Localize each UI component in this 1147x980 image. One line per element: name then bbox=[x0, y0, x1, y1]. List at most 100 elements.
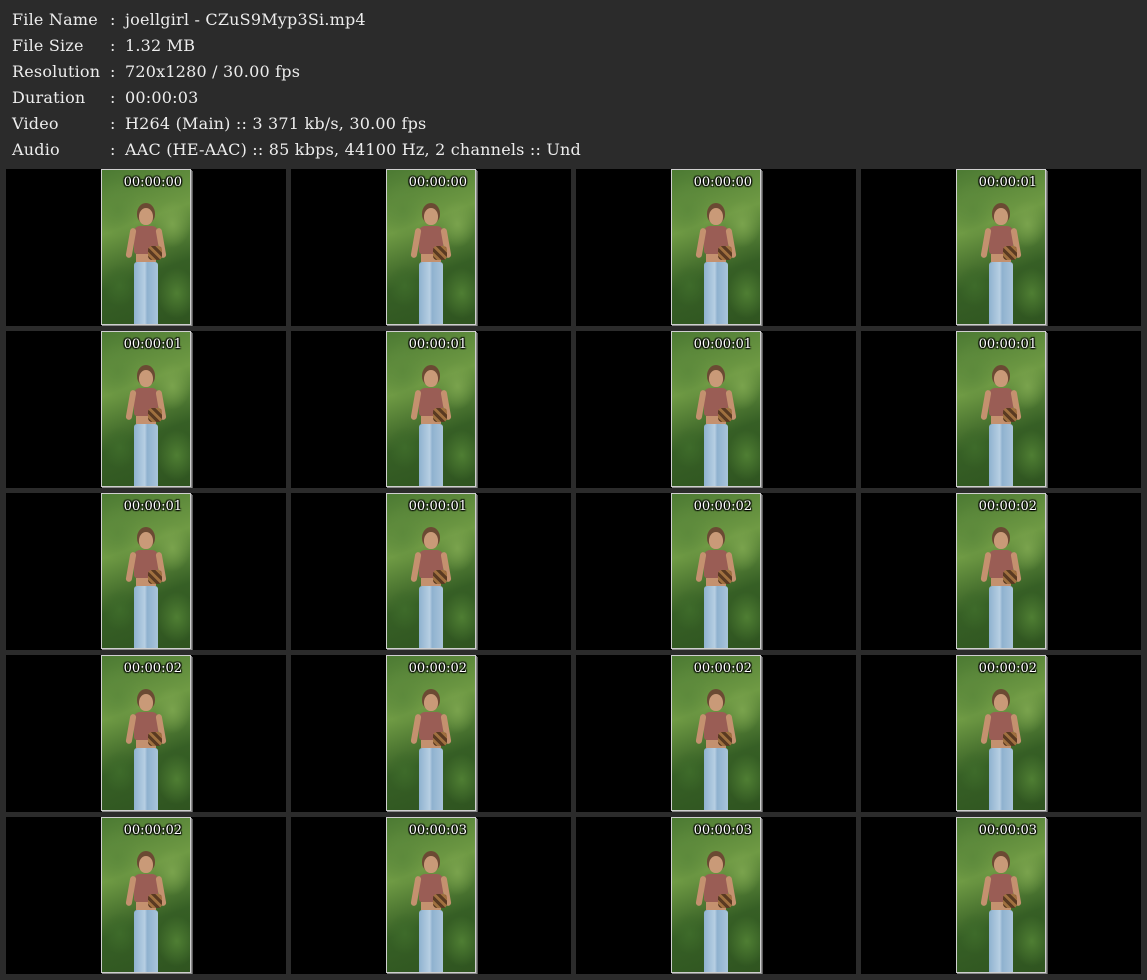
info-key: Resolution bbox=[12, 61, 101, 81]
video-frame-thumbnail: 00:00:01 bbox=[956, 169, 1046, 325]
thumbnail-cell: 00:00:01 bbox=[6, 493, 286, 650]
info-value: 1.32 MB bbox=[125, 35, 196, 55]
thumbnail-cell: 00:00:01 bbox=[6, 331, 286, 488]
thumbnail-cell: 00:00:02 bbox=[291, 655, 571, 812]
frame-timestamp: 00:00:03 bbox=[408, 823, 467, 838]
info-value: AAC (HE-AAC) :: 85 kbps, 44100 Hz, 2 cha… bbox=[125, 139, 581, 159]
info-row-video: Video : H264 (Main) :: 3 371 kb/s, 30.00… bbox=[12, 110, 1132, 136]
person-figure bbox=[695, 370, 737, 486]
info-row-audio: Audio : AAC (HE-AAC) :: 85 kbps, 44100 H… bbox=[12, 136, 1132, 162]
person-figure bbox=[980, 694, 1022, 810]
thumbnail-cell: 00:00:03 bbox=[576, 817, 856, 974]
thumbnail-cell: 00:00:01 bbox=[861, 169, 1141, 326]
person-figure bbox=[695, 856, 737, 972]
frame-timestamp: 00:00:00 bbox=[408, 175, 467, 190]
frame-timestamp: 00:00:02 bbox=[978, 661, 1037, 676]
info-separator: : bbox=[110, 9, 116, 29]
info-row-resolution: Resolution : 720x1280 / 30.00 fps bbox=[12, 58, 1132, 84]
thumbnail-cell: 00:00:03 bbox=[861, 817, 1141, 974]
thumbnail-cell: 00:00:02 bbox=[861, 655, 1141, 812]
video-frame-thumbnail: 00:00:01 bbox=[386, 493, 476, 649]
video-frame-thumbnail: 00:00:02 bbox=[671, 655, 761, 811]
person-figure bbox=[695, 532, 737, 648]
info-separator: : bbox=[110, 139, 116, 159]
person-figure bbox=[410, 370, 452, 486]
frame-timestamp: 00:00:01 bbox=[408, 499, 467, 514]
thumbnail-cell: 00:00:01 bbox=[861, 331, 1141, 488]
person-figure bbox=[980, 532, 1022, 648]
person-figure bbox=[980, 370, 1022, 486]
info-separator: : bbox=[110, 61, 116, 81]
video-frame-thumbnail: 00:00:02 bbox=[956, 655, 1046, 811]
info-row-file-size: File Size : 1.32 MB bbox=[12, 32, 1132, 58]
video-frame-thumbnail: 00:00:02 bbox=[956, 493, 1046, 649]
person-figure bbox=[980, 208, 1022, 324]
frame-timestamp: 00:00:01 bbox=[978, 175, 1037, 190]
person-figure bbox=[125, 694, 167, 810]
info-key: File Size bbox=[12, 35, 84, 55]
info-key: Video bbox=[12, 113, 59, 133]
info-key: Audio bbox=[12, 139, 60, 159]
person-figure bbox=[695, 208, 737, 324]
info-separator: : bbox=[110, 87, 116, 107]
video-frame-thumbnail: 00:00:03 bbox=[386, 817, 476, 973]
thumbnail-cell: 00:00:01 bbox=[576, 331, 856, 488]
person-figure bbox=[410, 208, 452, 324]
video-frame-thumbnail: 00:00:00 bbox=[386, 169, 476, 325]
person-figure bbox=[125, 532, 167, 648]
video-frame-thumbnail: 00:00:01 bbox=[101, 331, 191, 487]
video-frame-thumbnail: 00:00:02 bbox=[101, 655, 191, 811]
info-separator: : bbox=[110, 113, 116, 133]
frame-timestamp: 00:00:03 bbox=[693, 823, 752, 838]
frame-timestamp: 00:00:02 bbox=[123, 823, 182, 838]
video-frame-thumbnail: 00:00:03 bbox=[671, 817, 761, 973]
thumbnail-cell: 00:00:01 bbox=[291, 493, 571, 650]
video-frame-thumbnail: 00:00:03 bbox=[956, 817, 1046, 973]
video-frame-thumbnail: 00:00:01 bbox=[101, 493, 191, 649]
video-frame-thumbnail: 00:00:00 bbox=[101, 169, 191, 325]
thumbnail-cell: 00:00:02 bbox=[6, 817, 286, 974]
info-value: joellgirl - CZuS9Myp3Si.mp4 bbox=[125, 9, 366, 29]
info-key: File Name bbox=[12, 9, 98, 29]
video-frame-thumbnail: 00:00:01 bbox=[956, 331, 1046, 487]
info-separator: : bbox=[110, 35, 116, 55]
person-figure bbox=[410, 856, 452, 972]
thumbnail-cell: 00:00:00 bbox=[576, 169, 856, 326]
info-value: 00:00:03 bbox=[125, 87, 199, 107]
info-value: H264 (Main) :: 3 371 kb/s, 30.00 fps bbox=[125, 113, 427, 133]
info-row-duration: Duration : 00:00:03 bbox=[12, 84, 1132, 110]
video-frame-thumbnail: 00:00:02 bbox=[101, 817, 191, 973]
frame-timestamp: 00:00:03 bbox=[978, 823, 1037, 838]
frame-timestamp: 00:00:02 bbox=[978, 499, 1037, 514]
thumbnail-grid: 00:00:00 00:00:00 00:00:00 00:00:01 00:00:01… bbox=[6, 169, 1142, 974]
thumbnail-cell: 00:00:02 bbox=[576, 493, 856, 650]
thumbnail-cell: 00:00:02 bbox=[861, 493, 1141, 650]
thumbnail-cell: 00:00:01 bbox=[291, 331, 571, 488]
video-frame-thumbnail: 00:00:02 bbox=[386, 655, 476, 811]
thumbnail-cell: 00:00:02 bbox=[6, 655, 286, 812]
thumbnail-cell: 00:00:00 bbox=[291, 169, 571, 326]
video-frame-thumbnail: 00:00:01 bbox=[386, 331, 476, 487]
person-figure bbox=[695, 694, 737, 810]
thumbnail-cell: 00:00:00 bbox=[6, 169, 286, 326]
video-frame-thumbnail: 00:00:00 bbox=[671, 169, 761, 325]
person-figure bbox=[980, 856, 1022, 972]
info-key: Duration bbox=[12, 87, 86, 107]
frame-timestamp: 00:00:00 bbox=[693, 175, 752, 190]
frame-timestamp: 00:00:01 bbox=[123, 337, 182, 352]
person-figure bbox=[410, 532, 452, 648]
thumbnail-cell: 00:00:03 bbox=[291, 817, 571, 974]
frame-timestamp: 00:00:02 bbox=[408, 661, 467, 676]
file-info-panel: File Name : joellgirl - CZuS9Myp3Si.mp4 … bbox=[12, 6, 1132, 162]
frame-timestamp: 00:00:01 bbox=[123, 499, 182, 514]
frame-timestamp: 00:00:01 bbox=[693, 337, 752, 352]
person-figure bbox=[125, 856, 167, 972]
person-figure bbox=[125, 208, 167, 324]
person-figure bbox=[125, 370, 167, 486]
frame-timestamp: 00:00:02 bbox=[693, 499, 752, 514]
frame-timestamp: 00:00:02 bbox=[693, 661, 752, 676]
frame-timestamp: 00:00:00 bbox=[123, 175, 182, 190]
video-frame-thumbnail: 00:00:02 bbox=[671, 493, 761, 649]
thumbnail-cell: 00:00:02 bbox=[576, 655, 856, 812]
person-figure bbox=[410, 694, 452, 810]
